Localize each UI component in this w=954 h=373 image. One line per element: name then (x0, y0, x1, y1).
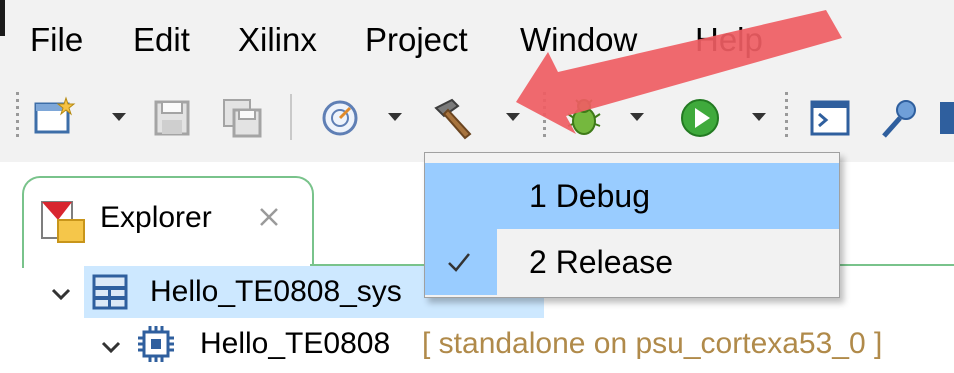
tree-item-decoration: [ standalone on psu_cortexa53_0 ] (422, 327, 883, 360)
application-project-icon (136, 324, 176, 364)
toolbar-grip[interactable] (16, 92, 19, 140)
menu-edit[interactable]: Edit (133, 20, 190, 60)
menu-check-area (425, 229, 497, 295)
chevron-down-icon[interactable] (50, 283, 72, 305)
toolbar-grip[interactable] (785, 92, 788, 140)
toolbar-grip[interactable] (543, 92, 546, 140)
menu-item-debug[interactable]: 1 Debug (425, 163, 839, 229)
build-config-icon[interactable] (318, 96, 362, 140)
next-toolbar-icon[interactable] (940, 96, 954, 140)
build-config-dropdown-icon[interactable] (386, 108, 404, 126)
menu-xilinx[interactable]: Xilinx (238, 20, 317, 60)
build-hammer-icon[interactable] (432, 96, 476, 140)
explorer-icon (38, 196, 88, 246)
menu-window[interactable]: Window (520, 20, 637, 60)
menu-item-release[interactable]: 2 Release (425, 229, 839, 295)
debug-bug-icon[interactable] (562, 96, 606, 140)
menu-project[interactable]: Project (365, 20, 468, 60)
close-icon[interactable] (258, 206, 280, 228)
window-edge (0, 0, 5, 36)
menu-item-label: 2 Release (529, 244, 674, 280)
new-dropdown-icon[interactable] (110, 108, 128, 126)
build-configuration-menu: 1 Debug 2 Release (424, 152, 840, 298)
chevron-down-icon[interactable] (100, 336, 122, 358)
tree-item-label: Hello_TE0808_sys (150, 275, 402, 308)
menu-bar: File Edit Xilinx Project Window Help (0, 0, 954, 78)
run-dropdown-icon[interactable] (750, 108, 768, 126)
save-icon[interactable] (150, 96, 194, 140)
explorer-tab-label: Explorer (100, 201, 212, 234)
menu-help[interactable]: Help (695, 20, 763, 60)
menu-item-label: 1 Debug (529, 178, 650, 214)
terminal-icon[interactable] (808, 96, 852, 140)
main-toolbar (0, 78, 954, 162)
new-file-icon[interactable] (32, 96, 76, 140)
checkmark-icon (447, 251, 471, 273)
tree-item-label: Hello_TE0808 (200, 327, 391, 360)
build-dropdown-icon[interactable] (504, 108, 522, 126)
run-play-icon[interactable] (678, 96, 722, 140)
system-project-icon (92, 274, 128, 310)
debug-dropdown-icon[interactable] (628, 108, 646, 126)
save-all-icon[interactable] (220, 96, 264, 140)
toolbar-separator (290, 94, 292, 140)
connect-icon[interactable] (876, 96, 920, 140)
menu-file[interactable]: File (30, 20, 83, 60)
